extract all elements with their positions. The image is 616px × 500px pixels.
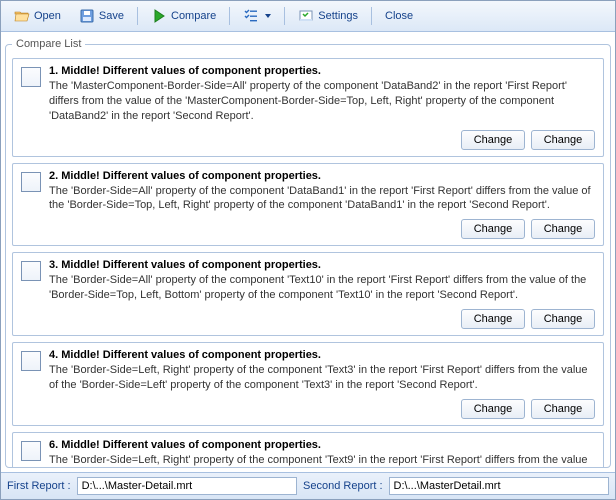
save-label: Save xyxy=(99,10,124,22)
open-folder-icon xyxy=(14,8,30,24)
entry-title: 2. Middle! Different values of component… xyxy=(49,170,595,182)
checklist-icon xyxy=(243,8,259,24)
entry-actions: Change Change xyxy=(21,219,595,239)
close-label: Close xyxy=(385,10,413,22)
toolbar-separator xyxy=(371,7,372,25)
entry-description: The 'Border-Side=All' property of the co… xyxy=(49,273,595,303)
main-area: Compare List 1. Middle! Different values… xyxy=(1,32,615,472)
compare-list-title: Compare List xyxy=(12,38,85,50)
second-report-label: Second Report : xyxy=(303,480,383,492)
toolbar-separator xyxy=(137,7,138,25)
entry-description: The 'Border-Side=Left, Right' property o… xyxy=(49,453,595,468)
close-button[interactable]: Close xyxy=(378,7,420,25)
chevron-down-icon xyxy=(265,14,271,18)
change-button[interactable]: Change xyxy=(531,309,595,329)
open-label: Open xyxy=(34,10,61,22)
compare-label: Compare xyxy=(171,10,216,22)
entry-actions: Change Change xyxy=(21,399,595,419)
entry-checkbox[interactable] xyxy=(21,261,41,281)
entry-title: 1. Middle! Different values of component… xyxy=(49,65,595,77)
entry-checkbox[interactable] xyxy=(21,441,41,461)
compare-entry: 6. Middle! Different values of component… xyxy=(12,432,604,468)
entry-description: The 'Border-Side=All' property of the co… xyxy=(49,184,595,214)
first-report-path[interactable]: D:\...\Master-Detail.mrt xyxy=(77,477,297,495)
entry-title: 4. Middle! Different values of component… xyxy=(49,349,595,361)
entry-actions: Change Change xyxy=(21,309,595,329)
entry-description: The 'Border-Side=Left, Right' property o… xyxy=(49,363,595,393)
compare-entry: 1. Middle! Different values of component… xyxy=(12,58,604,157)
entry-description: The 'MasterComponent-Border-Side=All' pr… xyxy=(49,79,595,124)
second-report-path[interactable]: D:\...\MasterDetail.mrt xyxy=(389,477,609,495)
compare-entry: 3. Middle! Different values of component… xyxy=(12,252,604,336)
toolbar-separator xyxy=(284,7,285,25)
toolbar-separator xyxy=(229,7,230,25)
compare-entry: 4. Middle! Different values of component… xyxy=(12,342,604,426)
change-button[interactable]: Change xyxy=(531,219,595,239)
entry-checkbox[interactable] xyxy=(21,351,41,371)
entry-checkbox[interactable] xyxy=(21,172,41,192)
entry-title: 6. Middle! Different values of component… xyxy=(49,439,595,451)
checklist-button[interactable] xyxy=(236,5,278,27)
change-button[interactable]: Change xyxy=(461,309,525,329)
entry-checkbox[interactable] xyxy=(21,67,41,87)
compare-button[interactable]: Compare xyxy=(144,5,223,27)
settings-button[interactable]: Settings xyxy=(291,5,365,27)
change-button[interactable]: Change xyxy=(531,399,595,419)
toolbar: Open Save Compare Settings xyxy=(1,1,615,32)
compare-list-group: Compare List 1. Middle! Different values… xyxy=(5,38,611,468)
entry-actions: Change Change xyxy=(21,130,595,150)
change-button[interactable]: Change xyxy=(531,130,595,150)
change-button[interactable]: Change xyxy=(461,130,525,150)
open-button[interactable]: Open xyxy=(7,5,68,27)
settings-icon xyxy=(298,8,314,24)
status-bar: First Report : D:\...\Master-Detail.mrt … xyxy=(1,472,615,499)
entry-title: 3. Middle! Different values of component… xyxy=(49,259,595,271)
save-icon xyxy=(79,8,95,24)
compare-entry: 2. Middle! Different values of component… xyxy=(12,163,604,247)
play-icon xyxy=(151,8,167,24)
change-button[interactable]: Change xyxy=(461,219,525,239)
settings-label: Settings xyxy=(318,10,358,22)
save-button[interactable]: Save xyxy=(72,5,131,27)
change-button[interactable]: Change xyxy=(461,399,525,419)
first-report-label: First Report : xyxy=(7,480,71,492)
